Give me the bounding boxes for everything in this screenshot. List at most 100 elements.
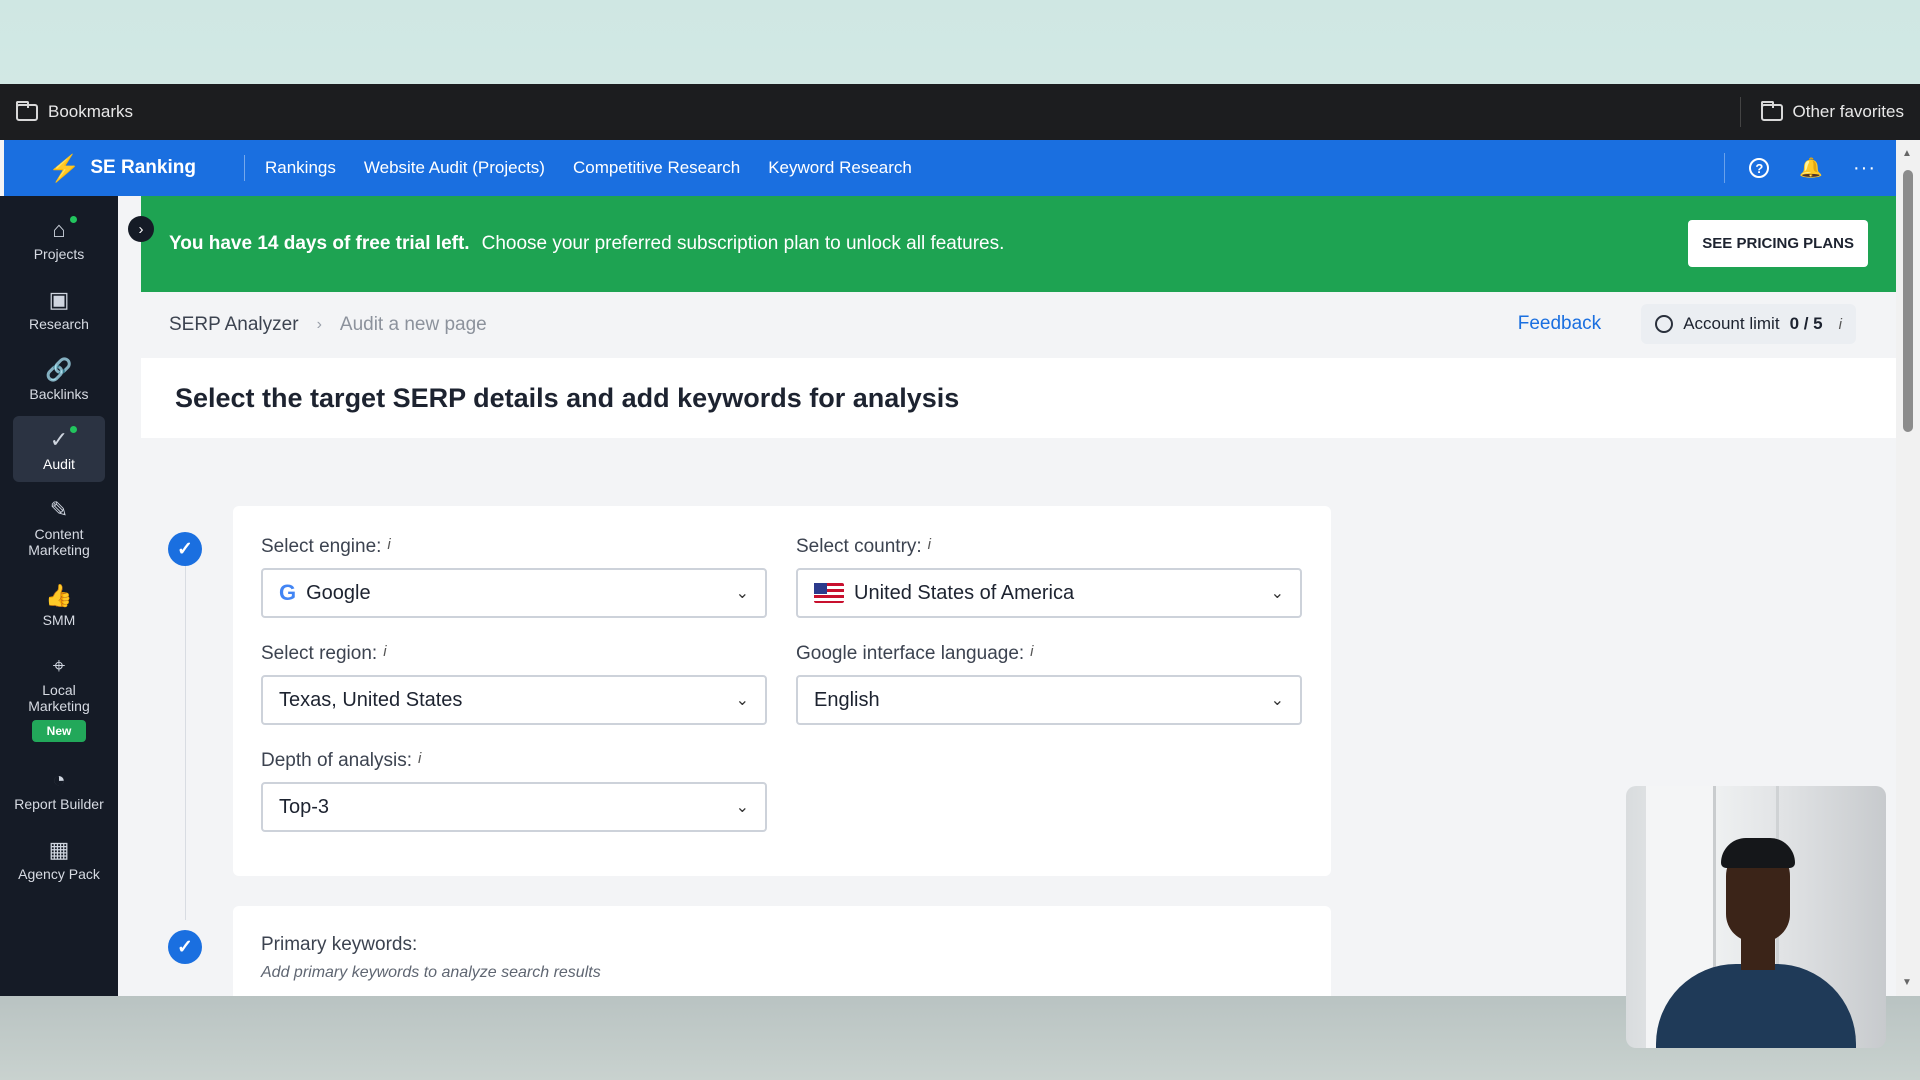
scroll-up-icon[interactable]: ▲ — [1902, 148, 1912, 159]
step-complete-check-icon: ✓ — [168, 532, 202, 566]
sidebar-item-label: Content Marketing — [28, 526, 90, 558]
brand-logo[interactable]: ⚡ SE Ranking — [4, 153, 244, 184]
link-icon: 🔗 — [45, 357, 73, 382]
scroll-down-icon[interactable]: ▼ — [1902, 977, 1912, 988]
info-icon[interactable]: i — [383, 643, 386, 660]
bookmarks-bar: Bookmarks Other favorites — [0, 84, 1920, 140]
sidebar-item-smm[interactable]: 👍 SMM — [13, 572, 105, 638]
sidebar-item-report-builder[interactable]: ◔ Report Builder — [13, 756, 105, 822]
region-value: Texas, United States — [279, 688, 463, 711]
chevron-down-icon: ⌄ — [735, 799, 749, 816]
feedback-link[interactable]: Feedback — [1518, 313, 1601, 335]
webcam-overlay — [1626, 786, 1886, 1048]
help-icon[interactable]: ? — [1749, 158, 1770, 178]
language-value: English — [814, 688, 880, 711]
us-flag-icon — [814, 583, 844, 603]
new-badge: New — [31, 720, 87, 742]
top-navigation: ⚡ SE Ranking Rankings Website Audit (Pro… — [4, 140, 1896, 196]
engine-label: Select engine: i — [261, 536, 391, 557]
account-limit-value: 0 / 5 — [1789, 314, 1823, 333]
sidebar-expand-button[interactable]: › — [128, 216, 154, 242]
see-pricing-plans-button[interactable]: SEE PRICING PLANS — [1688, 220, 1868, 267]
breadcrumb-root[interactable]: SERP Analyzer — [169, 314, 299, 336]
chevron-down-icon: ⌄ — [1270, 692, 1284, 709]
other-favorites-folder[interactable]: Other favorites — [1739, 97, 1905, 127]
nav-links: Rankings Website Audit (Projects) Compet… — [265, 158, 912, 178]
sidebar-item-backlinks[interactable]: 🔗 Backlinks — [13, 346, 105, 412]
other-favorites-label: Other favorites — [1792, 102, 1905, 121]
sidebar-item-label: Projects — [33, 246, 85, 262]
folder-icon — [16, 100, 38, 121]
nav-link-website-audit[interactable]: Website Audit (Projects) — [364, 158, 545, 178]
thumbs-up-icon: 👍 — [45, 583, 73, 608]
sidebar-item-audit[interactable]: ✓ Audit — [13, 416, 105, 482]
home-icon: ⌂ — [52, 217, 66, 242]
depth-select[interactable]: Top-3 ⌄ — [261, 782, 767, 832]
step-complete-check-icon: ✓ — [168, 930, 202, 964]
page-title: Select the target SERP details and add k… — [175, 382, 960, 413]
step-connector — [185, 560, 186, 920]
sidebar-item-content-marketing[interactable]: ✎ Content Marketing — [13, 486, 105, 568]
pie-chart-icon: ◔ — [52, 767, 66, 792]
chevron-down-icon: ⌄ — [735, 585, 749, 602]
google-logo-icon: G — [279, 580, 297, 605]
bolt-icon: ⚡ — [48, 152, 81, 183]
info-icon[interactable]: i — [928, 536, 931, 553]
nav-divider — [244, 155, 245, 181]
account-limit-label: Account limit — [1683, 314, 1780, 333]
building-icon: ▦ — [48, 837, 70, 862]
trial-banner-bold: You have 14 days of free trial left. — [169, 233, 470, 254]
webcam-presenter-cap — [1721, 838, 1795, 868]
engine-value: Google — [306, 581, 371, 604]
serp-settings-card: Select engine: i G Google ⌄ Select countr… — [233, 506, 1331, 876]
country-select[interactable]: United States of America ⌄ — [796, 568, 1302, 618]
info-icon[interactable]: i — [387, 536, 390, 553]
region-select[interactable]: Texas, United States ⌄ — [261, 675, 767, 725]
brand-name: SE Ranking — [90, 157, 196, 178]
edit-icon: ✎ — [49, 497, 69, 522]
language-label: Google interface language: i — [796, 643, 1034, 664]
nav-link-competitive-research[interactable]: Competitive Research — [573, 158, 740, 178]
keywords-card: Primary keywords: Add primary keywords t… — [233, 906, 1331, 996]
scroll-thumb[interactable] — [1903, 170, 1913, 432]
primary-keywords-hint: Add primary keywords to analyze search r… — [261, 964, 601, 981]
engine-select[interactable]: G Google ⌄ — [261, 568, 767, 618]
page-scrollbar[interactable]: ▲ ▼ — [1896, 140, 1920, 996]
breadcrumb-actions: Feedback Account limit 0 / 5 i — [1518, 304, 1856, 344]
country-value: United States of America — [854, 581, 1075, 604]
info-icon[interactable]: i — [1839, 316, 1842, 333]
info-icon[interactable]: i — [1030, 643, 1033, 660]
language-field: Google interface language: i English ⌄ — [796, 643, 1302, 725]
language-select[interactable]: English ⌄ — [796, 675, 1302, 725]
chevron-down-icon: ⌄ — [1270, 585, 1284, 602]
bell-icon[interactable]: 🔔 — [1799, 156, 1823, 180]
trial-banner: You have 14 days of free trial left. Cho… — [141, 196, 1896, 292]
depth-label: Depth of analysis: i — [261, 750, 422, 771]
bookmarks-folder[interactable]: Bookmarks — [16, 100, 134, 122]
sidebar-item-label: Research — [29, 316, 89, 332]
nav-link-keyword-research[interactable]: Keyword Research — [768, 158, 912, 178]
breadcrumb: SERP Analyzer › Audit a new page Feedbac… — [141, 292, 1896, 358]
info-icon[interactable]: i — [418, 750, 421, 767]
breadcrumb-current: Audit a new page — [339, 314, 487, 335]
nav-link-rankings[interactable]: Rankings — [265, 158, 336, 178]
engine-field: Select engine: i G Google ⌄ — [261, 536, 767, 618]
country-field: Select country: i United States of Americ… — [796, 536, 1302, 618]
sidebar-item-projects[interactable]: ⌂ Projects — [13, 206, 105, 272]
sidebar-item-label: Local Marketing — [28, 682, 90, 714]
sidebar-item-label: SMM — [42, 612, 76, 628]
chevron-right-icon: › — [316, 316, 322, 333]
region-field: Select region: i Texas, United States ⌄ — [261, 643, 767, 725]
bookmarks-label: Bookmarks — [48, 102, 134, 121]
sidebar-item-agency-pack[interactable]: ▦ Agency Pack — [13, 826, 105, 892]
folder-icon — [1760, 100, 1783, 121]
depth-value: Top-3 — [279, 795, 330, 818]
more-icon[interactable]: ··· — [1853, 157, 1876, 180]
sidebar: ⌂ Projects ▣ Research 🔗 Backlinks ✓ Audi… — [0, 196, 118, 996]
sidebar-item-label: Agency Pack — [18, 866, 100, 882]
sidebar-item-local-marketing[interactable]: ⌖ Local Marketing New — [13, 642, 105, 752]
sidebar-item-research[interactable]: ▣ Research — [13, 276, 105, 342]
sidebar-item-label: Report Builder — [14, 796, 104, 812]
primary-keywords-label: Primary keywords: — [261, 934, 418, 955]
nav-actions: ? 🔔 ··· — [1724, 140, 1896, 196]
